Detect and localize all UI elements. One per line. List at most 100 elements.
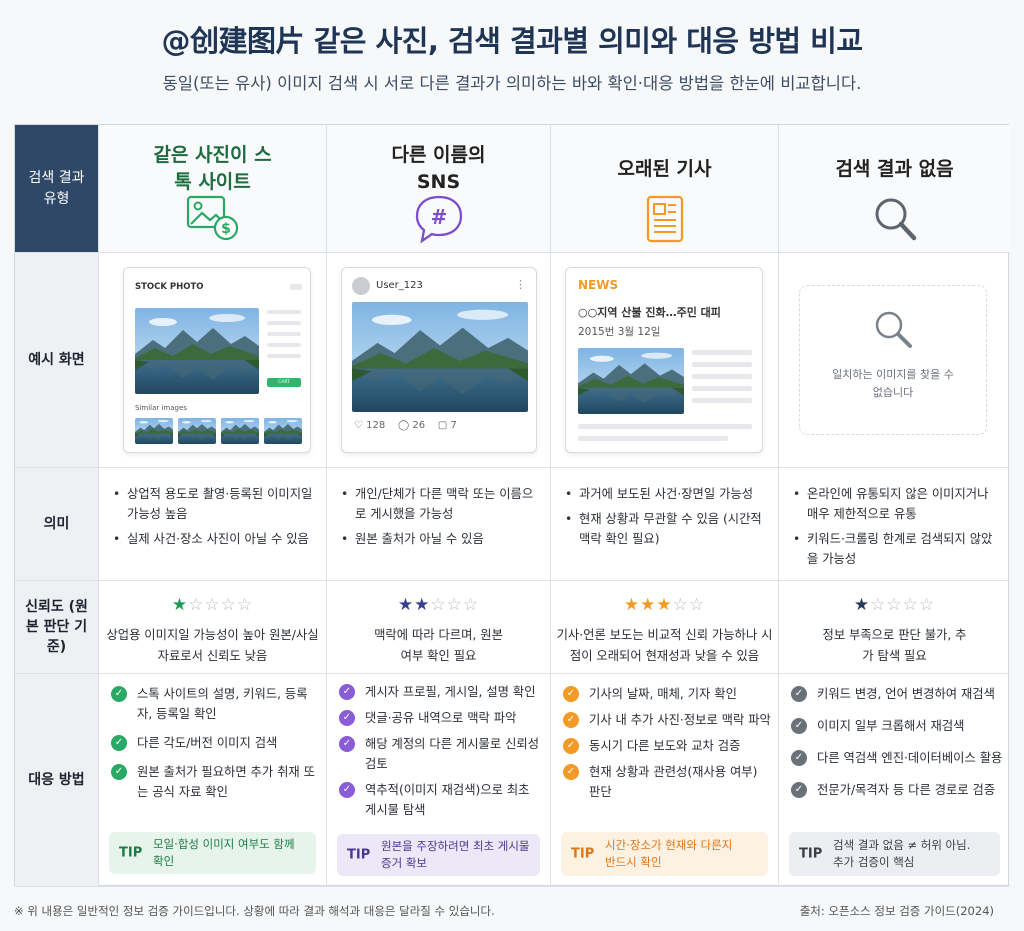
tip-box: TIP 검색 결과 없음 ≠ 허위 아님. 추가 검증이 핵심	[789, 832, 1000, 876]
response-item: ✓ 스톡 사이트의 설명, 키워드, 등록자, 등록일 확인	[111, 684, 320, 724]
reliability-text: 상업용 이미지일 가능성이 높아 원본/사실 자료로서 신뢰도 낮음	[106, 628, 319, 663]
reliability-text: 맥락에 따라 다르며, 원본 여부 확인 필요	[374, 628, 503, 663]
response-item: ✓ 전문가/목격자 등 다른 경로로 검증	[791, 780, 1004, 800]
username[interactable]: User_123	[376, 280, 423, 291]
response-item: ✓ 게시자 프로필, 게시일, 설명 확인	[339, 682, 544, 702]
response-item: ✓ 기사 내 추가 사진·정보로 맥락 파악	[563, 710, 772, 730]
comparison-table: 검색 결과 유형 예시 화면 의미 신뢰도 (원본 판단 기준) 대응 방법 같…	[14, 124, 1010, 887]
news-photo	[578, 348, 684, 414]
response-item: ✓ 현재 상황과 관련성(재사용 여부) 판단	[563, 762, 772, 802]
meaning-item: 현재 상황과 무관할 수 있음 (시간적 맥락 확인 필요)	[565, 509, 770, 549]
share-icon[interactable]: ▢	[438, 420, 447, 431]
star-rating: ★★★☆☆	[623, 595, 706, 615]
reliability-sns: ★★☆☆☆ 맥락에 따라 다르며, 원본 여부 확인 필요	[327, 581, 551, 674]
news-article-card: NEWS ○○지역 산불 진화…주민 대피 2015번 3월 12일	[565, 267, 763, 453]
similar-thumb[interactable]	[264, 418, 302, 444]
rowhead-response: 대응 방법	[15, 674, 99, 887]
example-none: 일치하는 이미지를 찾을 수 없습니다	[779, 253, 1010, 468]
check-icon: ✓	[791, 686, 807, 702]
check-icon: ✓	[791, 718, 807, 734]
stock-site-label: STOCK PHOTO	[135, 282, 204, 292]
rowhead-meaning-label: 의미	[43, 515, 70, 532]
check-icon: ✓	[791, 782, 807, 798]
comment-icon[interactable]: ◯	[398, 420, 409, 431]
check-icon: ✓	[563, 686, 579, 702]
check-icon: ✓	[563, 712, 579, 728]
check-icon: ✓	[791, 750, 807, 766]
cart-button[interactable]: CART	[267, 378, 301, 387]
tip-label: TIP	[119, 845, 143, 861]
meaning-item: 온라인에 유통되지 않은 이미지거나 매우 제한적으로 유통	[793, 484, 1002, 524]
reliability-news: ★★★☆☆ 기사·언론 보도는 비교적 신뢰 가능하나 시점이 오래되어 현재성…	[551, 581, 779, 674]
response-item: ✓ 해당 계정의 다른 게시물로 신뢰성 검토	[339, 734, 544, 774]
check-icon: ✓	[339, 684, 355, 700]
rowhead-meaning: 의미	[15, 468, 99, 581]
more-icon[interactable]: ⋮	[515, 278, 526, 291]
reliability-text: 기사·언론 보도는 비교적 신뢰 가능하나 시점이 오래되어 현재성과 낮을 수…	[556, 628, 773, 663]
meaning-item: 개인/단체가 다른 맥락 또는 이름으로 게시했을 가능성	[341, 484, 542, 524]
check-icon: ✓	[111, 735, 127, 751]
response-item: ✓ 이미지 일부 크롭해서 재검색	[791, 716, 1004, 736]
comment-count: 26	[412, 420, 426, 431]
response-stock: ✓ 스톡 사이트의 설명, 키워드, 등록자, 등록일 확인 ✓ 다른 각도/버전 …	[99, 674, 327, 887]
empty-result-text: 일치하는 이미지를 찾을 수 없습니다	[832, 368, 954, 399]
like-count: 128	[366, 420, 386, 431]
hashtag-bubble-icon: #	[415, 195, 462, 244]
example-sns: User_123 ⋮ ♡ 128 ◯ 26 ▢ 7	[327, 253, 551, 468]
meaning-item: 키워드·크롤링 한계로 검색되지 않았을 가능성	[793, 529, 1002, 569]
meaning-item: 상업적 용도로 촬영·등록된 이미지일 가능성 높음	[113, 484, 318, 524]
news-date: 2015번 3월 12일	[578, 326, 661, 338]
meaning-item: 원본 출처가 아닐 수 있음	[341, 529, 542, 549]
column-header-none: 검색 결과 없음	[779, 125, 1010, 253]
rowhead-type-label: 검색 결과 유형	[28, 170, 85, 207]
reliability-text: 정보 부족으로 판단 불가, 추가 탐색 필요	[822, 628, 967, 663]
check-icon: ✓	[339, 736, 355, 752]
similar-thumb[interactable]	[221, 418, 259, 444]
tip-label: TIP	[799, 846, 823, 862]
magnifier-icon	[875, 311, 912, 348]
tip-label: TIP	[347, 847, 371, 863]
response-item: ✓ 다른 역검색 엔진·데이터베이스 활용	[791, 748, 1004, 768]
similar-images-label: Similar images	[135, 404, 187, 412]
meaning-news: 과거에 보도된 사건·장면일 가능성 현재 상황과 무관할 수 있음 (시간적 …	[551, 468, 779, 581]
similar-thumb[interactable]	[135, 418, 173, 444]
news-headline[interactable]: ○○지역 산불 진화…주민 대피	[578, 304, 721, 320]
response-none: ✓ 키워드 변경, 언어 변경하여 재검색 ✓ 이미지 일부 크롭해서 재검색 ✓ 다…	[779, 674, 1010, 887]
response-news: ✓ 기사의 날짜, 매체, 기자 확인 ✓ 기사 내 추가 사진·정보로 맥락 파악…	[551, 674, 779, 887]
image-dollar-icon: $	[186, 195, 238, 241]
news-label: NEWS	[578, 278, 619, 292]
tip-text: 모일·합성 이미지 여부도 함께 확인	[153, 837, 295, 868]
tip-box: TIP 원본을 주장하려면 최초 게시물 증거 확보	[337, 834, 540, 876]
rowhead-example-label: 예시 화면	[28, 351, 85, 368]
response-item: ✓ 키워드 변경, 언어 변경하여 재검색	[791, 684, 1004, 704]
landscape-photo	[135, 308, 259, 394]
check-icon: ✓	[563, 738, 579, 754]
reliability-stock: ★☆☆☆☆ 상업용 이미지일 가능성이 높아 원본/사실 자료로서 신뢰도 낮음	[99, 581, 327, 674]
tip-text: 검색 결과 없음 ≠ 허위 아님. 추가 검증이 핵심	[833, 838, 971, 869]
check-icon: ✓	[563, 764, 579, 780]
check-icon: ✓	[111, 764, 127, 780]
tip-text: 시간·장소가 현재와 다른지 반드시 확인	[605, 838, 733, 869]
avatar	[352, 277, 370, 295]
star-rating: ★★☆☆☆	[397, 595, 480, 615]
response-sns: ✓ 게시자 프로필, 게시일, 설명 확인 ✓ 댓글·공유 내역으로 맥락 파악 ✓…	[327, 674, 551, 887]
response-item: ✓ 원본 출처가 필요하면 추가 취재 또는 공식 자료 확인	[111, 762, 320, 802]
footer-source: 출처: 오픈소스 정보 검증 가이드(2024)	[799, 904, 994, 918]
response-item: ✓ 댓글·공유 내역으로 맥락 파악	[339, 708, 544, 728]
check-icon: ✓	[339, 710, 355, 726]
sns-photo	[352, 302, 528, 412]
stock-photo-card: STOCK PHOTO CART Similar images	[123, 267, 311, 453]
tip-text: 원본을 주장하려면 최초 게시물 증거 확보	[381, 839, 530, 870]
check-icon: ✓	[339, 782, 355, 798]
tip-box: TIP 시간·장소가 현재와 다른지 반드시 확인	[561, 832, 768, 876]
similar-thumb[interactable]	[178, 418, 216, 444]
heart-icon[interactable]: ♡	[354, 420, 363, 431]
tip-label: TIP	[571, 846, 595, 862]
star-rating: ★☆☆☆☆	[853, 595, 936, 615]
rowhead-response-label: 대응 방법	[28, 771, 85, 788]
response-item: ✓ 기사의 날짜, 매체, 기자 확인	[563, 684, 772, 704]
check-icon: ✓	[111, 686, 127, 702]
star-rating: ★☆☆☆☆	[171, 595, 254, 615]
response-item: ✓ 역추적(이미지 재검색)으로 최초 게시물 탐색	[339, 780, 544, 820]
page-subtitle: 동일(또는 유사) 이미지 검색 시 서로 다른 결과가 의미하는 바와 확인·…	[162, 74, 862, 93]
